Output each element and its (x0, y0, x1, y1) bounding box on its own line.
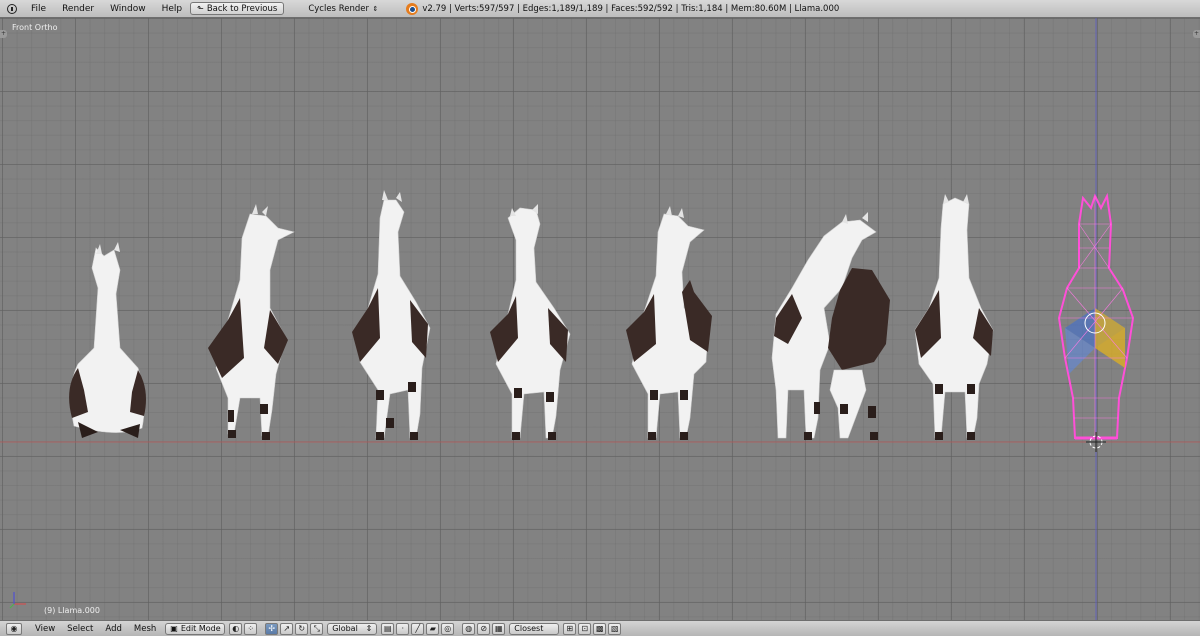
viewport-shading-icon[interactable]: ◐ (229, 622, 243, 635)
3d-cursor (1086, 432, 1106, 452)
opengl-animation-icon[interactable]: ▧ (608, 622, 622, 635)
vertex-select-icon[interactable]: · (396, 622, 410, 635)
edge-select-icon[interactable]: ╱ (411, 622, 425, 635)
proportional-editing-icon[interactable]: ◍ (462, 622, 476, 635)
dropdown-arrows-icon: ⇕ (372, 4, 379, 13)
face-select-icon[interactable]: ▰ (426, 622, 440, 635)
active-object-label: (9) Llama.000 (44, 606, 100, 615)
menu-render[interactable]: Render (54, 4, 102, 14)
info-editor-icon[interactable] (4, 2, 20, 16)
render-engine-label: Cycles Render (308, 3, 369, 14)
llama-grazing-back (771, 212, 890, 440)
scale-manipulator-icon[interactable]: ⤡ (310, 622, 324, 635)
rotate-manipulator-icon[interactable]: ↻ (295, 622, 309, 635)
scene-canvas (0, 18, 1200, 620)
render-engine-dropdown[interactable]: Cycles Render ⇕ (302, 2, 384, 15)
snap-target-label: Closest (514, 624, 544, 633)
snap-toggle-icon[interactable]: ⊘ (477, 622, 491, 635)
menu-window[interactable]: Window (102, 4, 154, 14)
snap-project-icon[interactable]: ⊡ (578, 622, 592, 635)
orientation-selector[interactable]: Global ⇕ (327, 622, 378, 635)
snap-target-selector[interactable]: Closest (509, 622, 560, 635)
3d-view-header: ◉ View Select Add Mesh ▣ Edit Mode ◐ ⁘ ✢… (0, 620, 1200, 636)
back-to-previous-label: Back to Previous (206, 3, 278, 14)
info-header: File Render Window Help ⬑ Back to Previo… (0, 0, 1200, 18)
opengl-render-icon[interactable]: ▩ (593, 622, 607, 635)
llama-looking-up (490, 204, 571, 440)
llama-walking-right-turn (208, 204, 295, 440)
mode-selector[interactable]: ▣ Edit Mode (165, 622, 226, 635)
menu-mesh[interactable]: Mesh (128, 624, 162, 634)
menu-select[interactable]: Select (61, 624, 99, 634)
menu-view[interactable]: View (29, 624, 61, 634)
scene-statistics: v2.79 | Verts:597/597 | Edges:1,189/1,18… (422, 3, 840, 14)
llama-standing (914, 194, 994, 440)
dropdown-arrows-icon: ⇕ (365, 624, 373, 633)
snap-align-icon[interactable]: ⊞ (563, 622, 577, 635)
limit-selection-icon[interactable]: ◎ (441, 622, 455, 635)
orientation-label: Global (332, 624, 358, 633)
translate-manipulator-icon[interactable]: ↗ (280, 622, 294, 635)
3d-viewport[interactable]: + + Front Ortho (9) Llama.000 (0, 18, 1200, 620)
menu-file[interactable]: File (23, 4, 54, 14)
llama-head-turned (626, 206, 712, 440)
layers-icon[interactable]: ▤ (381, 622, 395, 635)
editor-type-icon[interactable]: ◉ (6, 622, 22, 635)
back-arrow-icon: ⬑ (197, 4, 204, 13)
edit-mode-icon: ▣ (170, 624, 178, 633)
llama-sitting (69, 242, 146, 438)
snap-element-icon[interactable]: ▦ (492, 622, 506, 635)
mode-label: Edit Mode (180, 624, 221, 633)
back-to-previous-button[interactable]: ⬑ Back to Previous (190, 2, 285, 15)
menu-add[interactable]: Add (99, 624, 127, 634)
axis-gizmo (9, 592, 26, 609)
pivot-point-icon[interactable]: ⁘ (244, 622, 258, 635)
manipulator-toggle-icon[interactable]: ✢ (265, 622, 279, 635)
llama-stepping (352, 190, 431, 440)
blender-logo-icon (406, 2, 419, 15)
menu-help[interactable]: Help (154, 4, 191, 14)
